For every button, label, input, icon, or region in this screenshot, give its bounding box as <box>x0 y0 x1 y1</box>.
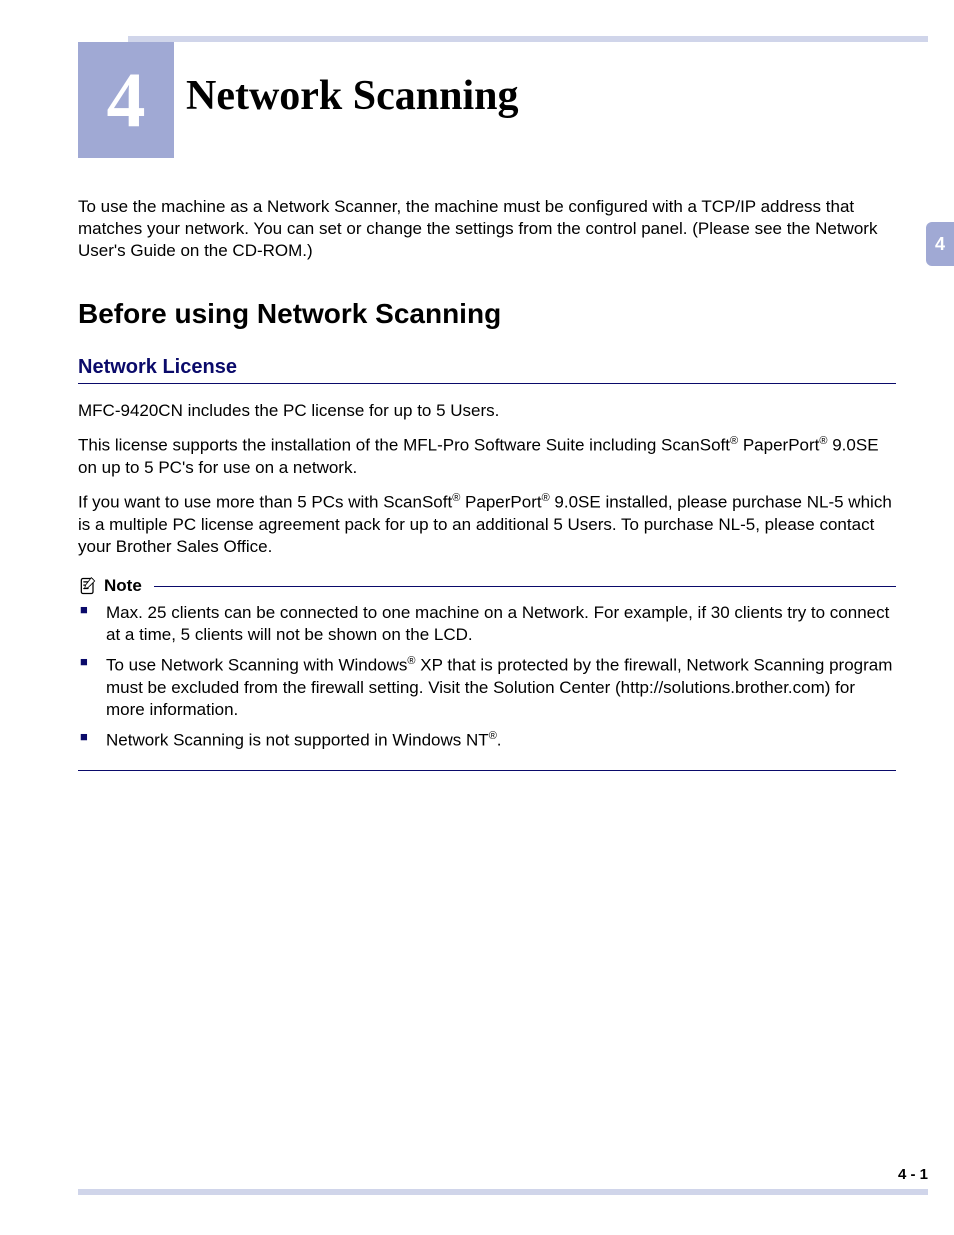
list-item: To use Network Scanning with Windows® XP… <box>78 654 896 721</box>
text-run: Network Scanning is not supported in Win… <box>106 731 489 750</box>
list-item: Network Scanning is not supported in Win… <box>78 729 896 752</box>
text-run: To use Network Scanning with Windows <box>106 656 407 675</box>
page-content: To use the machine as a Network Scanner,… <box>78 196 896 771</box>
chapter-title: Network Scanning <box>186 72 519 120</box>
text-run: If you want to use more than 5 PCs with … <box>78 493 452 512</box>
chapter-number-box: 4 <box>78 42 174 158</box>
note-list: Max. 25 clients can be connected to one … <box>78 602 896 752</box>
intro-paragraph: To use the machine as a Network Scanner,… <box>78 196 896 262</box>
note-icon <box>78 576 98 596</box>
text-run: PaperPort <box>460 493 541 512</box>
text-run: This license supports the installation o… <box>78 436 730 455</box>
page-footer: 4 - 1 <box>898 1166 928 1183</box>
text-run: PaperPort <box>738 436 819 455</box>
subsection-heading: Network License <box>78 356 896 384</box>
text-run: . <box>497 731 502 750</box>
list-item: Max. 25 clients can be connected to one … <box>78 602 896 646</box>
paragraph: This license supports the installation o… <box>78 434 896 479</box>
note-block: Note Max. 25 clients can be connected to… <box>78 576 896 771</box>
registered-mark: ® <box>407 655 415 667</box>
paragraph: If you want to use more than 5 PCs with … <box>78 491 896 558</box>
side-tab: 4 <box>926 222 954 266</box>
registered-mark: ® <box>542 492 550 504</box>
registered-mark: ® <box>489 730 497 742</box>
side-tab-number: 4 <box>935 234 945 255</box>
paragraph: MFC-9420CN includes the PC license for u… <box>78 400 896 422</box>
chapter-number: 4 <box>107 55 146 145</box>
top-divider <box>128 36 928 42</box>
registered-mark: ® <box>730 435 738 447</box>
section-heading: Before using Network Scanning <box>78 298 896 330</box>
note-label: Note <box>104 576 142 596</box>
note-header: Note <box>78 576 896 596</box>
note-rule <box>154 586 896 587</box>
bottom-divider <box>78 1189 928 1195</box>
registered-mark: ® <box>819 435 827 447</box>
